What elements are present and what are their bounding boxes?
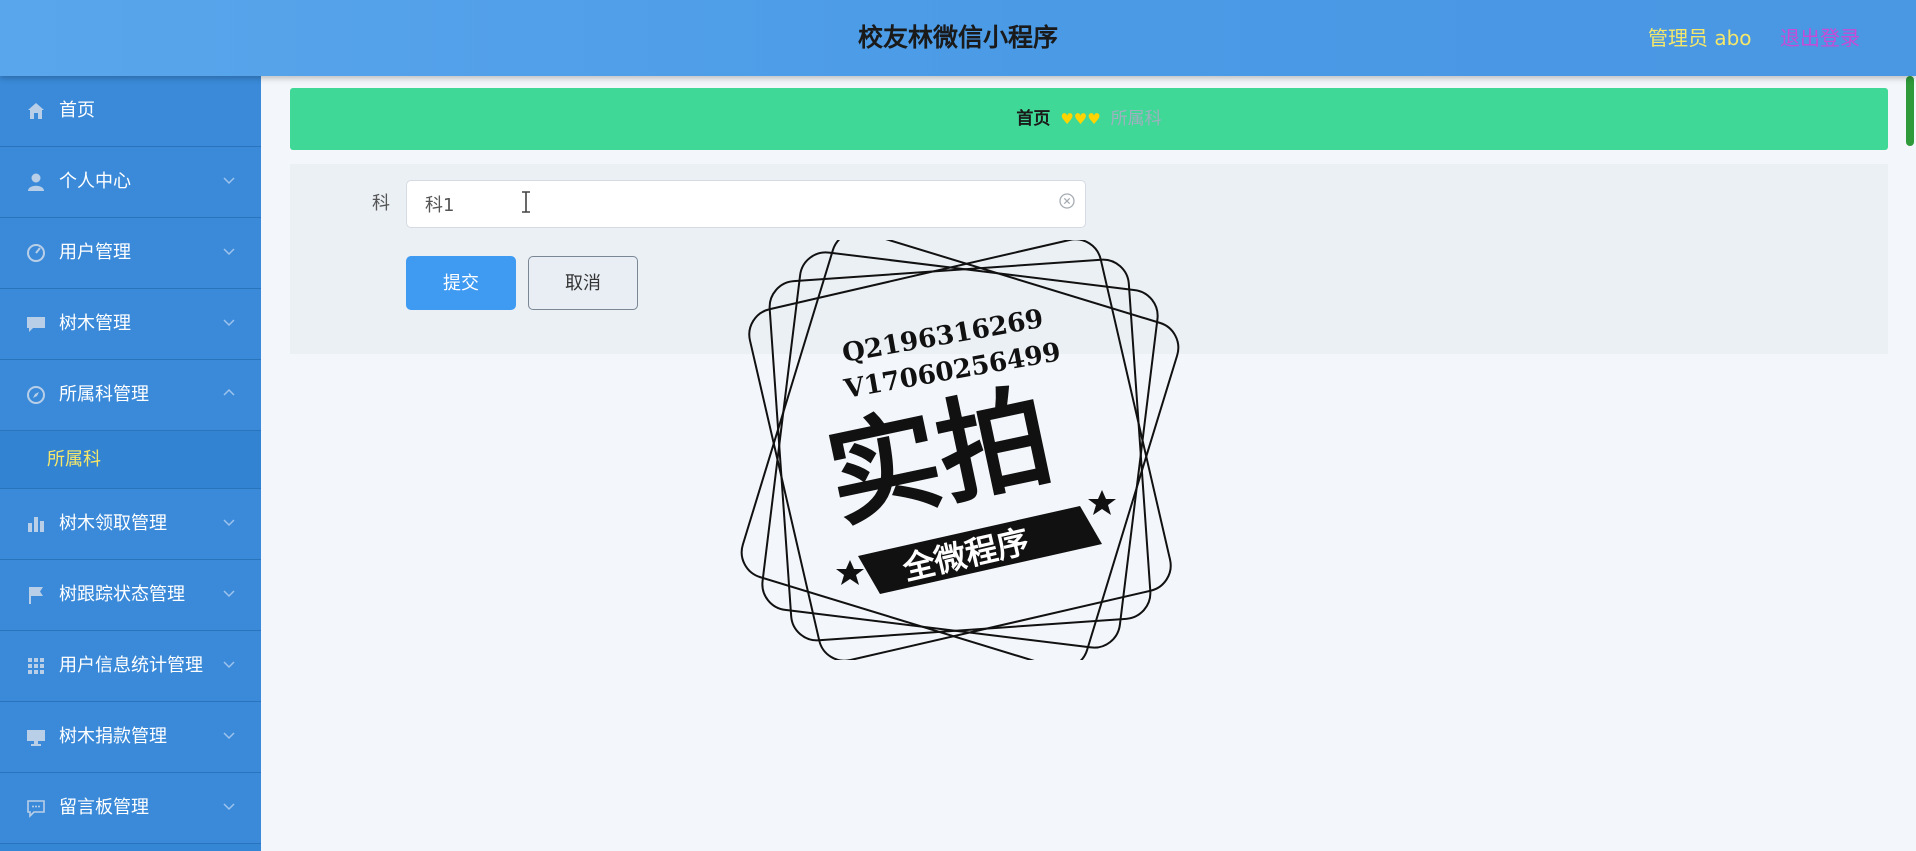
star-icon <box>836 560 864 585</box>
sidebar-subitem-family[interactable]: 所属科 <box>0 431 261 489</box>
home-icon <box>28 103 44 119</box>
sidebar-item-user-management[interactable]: 用户管理 <box>0 218 261 289</box>
user-icon <box>28 173 44 191</box>
breadcrumb: 首页 ♥♥♥ 所属科 <box>290 88 1888 150</box>
chat-icon <box>27 317 45 332</box>
chevron-down-icon <box>223 319 235 327</box>
cancel-button[interactable]: 取消 <box>528 256 638 310</box>
family-input[interactable] <box>406 180 1086 228</box>
sidebar-item-donation-management[interactable]: 树木捐款管理 <box>0 702 261 773</box>
watermark-banner <box>858 506 1102 594</box>
grid-icon <box>28 658 44 674</box>
submit-button[interactable]: 提交 <box>406 256 516 310</box>
top-header: 校友林微信小程序 管理员 abo 退出登录 <box>0 0 1916 76</box>
message-icon <box>27 800 45 818</box>
scrollbar-thumb[interactable] <box>1906 76 1914 146</box>
sidebar-item-label: 用户信息统计管理 <box>59 655 203 676</box>
chevron-down-icon <box>223 732 235 740</box>
sidebar-item-tree-claim-management[interactable]: 树木领取管理 <box>0 489 261 560</box>
chevron-down-icon <box>223 248 235 256</box>
admin-user-label: 管理员 abo <box>1648 26 1752 50</box>
watermark-big-text: 实拍 <box>817 371 1063 545</box>
text-cursor-icon <box>522 191 530 213</box>
sidebar-item-family-management[interactable]: 所属科管理 <box>0 360 261 431</box>
compass-icon <box>27 386 45 404</box>
breadcrumb-home-link[interactable]: 首页 <box>1016 109 1050 129</box>
family-field-label: 科 <box>372 193 390 214</box>
sidebar-item-label: 所属科管理 <box>59 384 149 405</box>
sidebar-item-label: 树木捐款管理 <box>59 726 167 747</box>
chevron-down-icon <box>223 177 235 185</box>
sidebar-subitem-label: 所属科 <box>47 449 101 470</box>
sidebar-item-tree-tracking-management[interactable]: 树跟踪状态管理 <box>0 560 261 631</box>
sidebar-item-label: 个人中心 <box>59 171 131 192</box>
monitor-icon <box>27 730 45 746</box>
heart-separator-icon: ♥♥♥ <box>1060 110 1101 128</box>
scrollbar[interactable] <box>1904 76 1916 851</box>
logout-link[interactable]: 退出登录 <box>1780 0 1860 76</box>
flag-icon <box>29 587 43 604</box>
chevron-down-icon <box>223 803 235 811</box>
chevron-down-icon <box>223 661 235 669</box>
chevron-down-icon <box>223 590 235 598</box>
watermark-banner-text: 全微程序 <box>898 522 1032 588</box>
chevron-down-icon <box>223 519 235 527</box>
app-title: 校友林微信小程序 <box>857 23 1058 52</box>
sidebar-item-label: 首页 <box>59 100 95 121</box>
speedometer-icon <box>27 244 45 262</box>
sidebar-item-home[interactable]: 首页 <box>0 76 261 147</box>
bar-chart-icon <box>28 517 44 532</box>
sidebar-item-personal-center[interactable]: 个人中心 <box>0 147 261 218</box>
sidebar-item-message-board-management[interactable]: 留言板管理 <box>0 773 261 844</box>
sidebar-item-label: 树跟踪状态管理 <box>59 584 185 605</box>
sidebar-item-label: 树木领取管理 <box>59 513 167 534</box>
star-icon <box>1088 490 1116 515</box>
sidebar-item-user-stats-management[interactable]: 用户信息统计管理 <box>0 631 261 702</box>
clear-icon[interactable] <box>1058 192 1076 210</box>
sidebar-item-label: 树木管理 <box>59 313 131 334</box>
sidebar-item-tree-management[interactable]: 树木管理 <box>0 289 261 360</box>
breadcrumb-current: 所属科 <box>1110 109 1162 129</box>
sidebar-item-label: 用户管理 <box>59 242 131 263</box>
sidebar-item-label: 留言板管理 <box>59 797 149 818</box>
sidebar: 首页 个人中心 用户管理 树木管理 所属科管理 所属科 树木领取管理 树跟踪状态… <box>0 76 261 851</box>
chevron-up-icon <box>223 388 235 396</box>
